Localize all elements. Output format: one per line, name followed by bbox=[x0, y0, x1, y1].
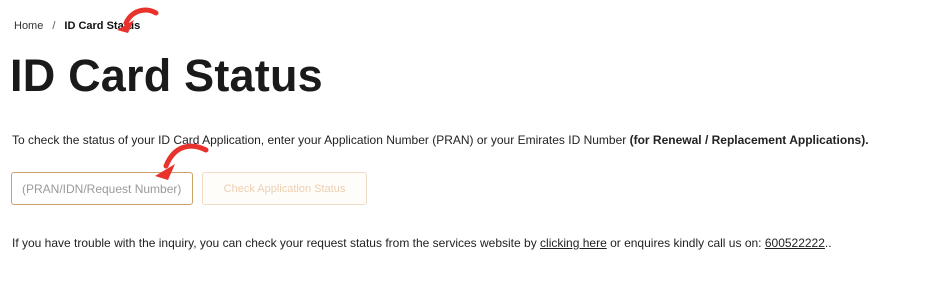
help-text: If you have trouble with the inquiry, yo… bbox=[12, 236, 832, 250]
help-middle: or enquires kindly call us on: bbox=[606, 236, 765, 250]
page-title: ID Card Status bbox=[10, 50, 323, 101]
intro-text: To check the status of your ID Card Appl… bbox=[12, 133, 869, 147]
intro-bold: (for Renewal / Replacement Applications)… bbox=[629, 133, 869, 147]
help-prefix: If you have trouble with the inquiry, yo… bbox=[12, 236, 541, 250]
breadcrumb-separator: / bbox=[52, 20, 56, 32]
breadcrumb-home-link[interactable]: Home bbox=[14, 20, 43, 32]
clicking-here-link[interactable]: clicking here bbox=[540, 236, 607, 250]
breadcrumb-current: ID Card Status bbox=[64, 20, 141, 32]
status-form: Check Application Status bbox=[11, 172, 367, 205]
intro-main: To check the status of your ID Card Appl… bbox=[12, 133, 630, 147]
help-suffix: .. bbox=[824, 236, 832, 250]
pran-input[interactable] bbox=[11, 172, 193, 205]
breadcrumb: Home / ID Card Status bbox=[14, 20, 140, 32]
phone-link[interactable]: 600522222 bbox=[765, 236, 825, 250]
check-status-button[interactable]: Check Application Status bbox=[202, 172, 367, 205]
